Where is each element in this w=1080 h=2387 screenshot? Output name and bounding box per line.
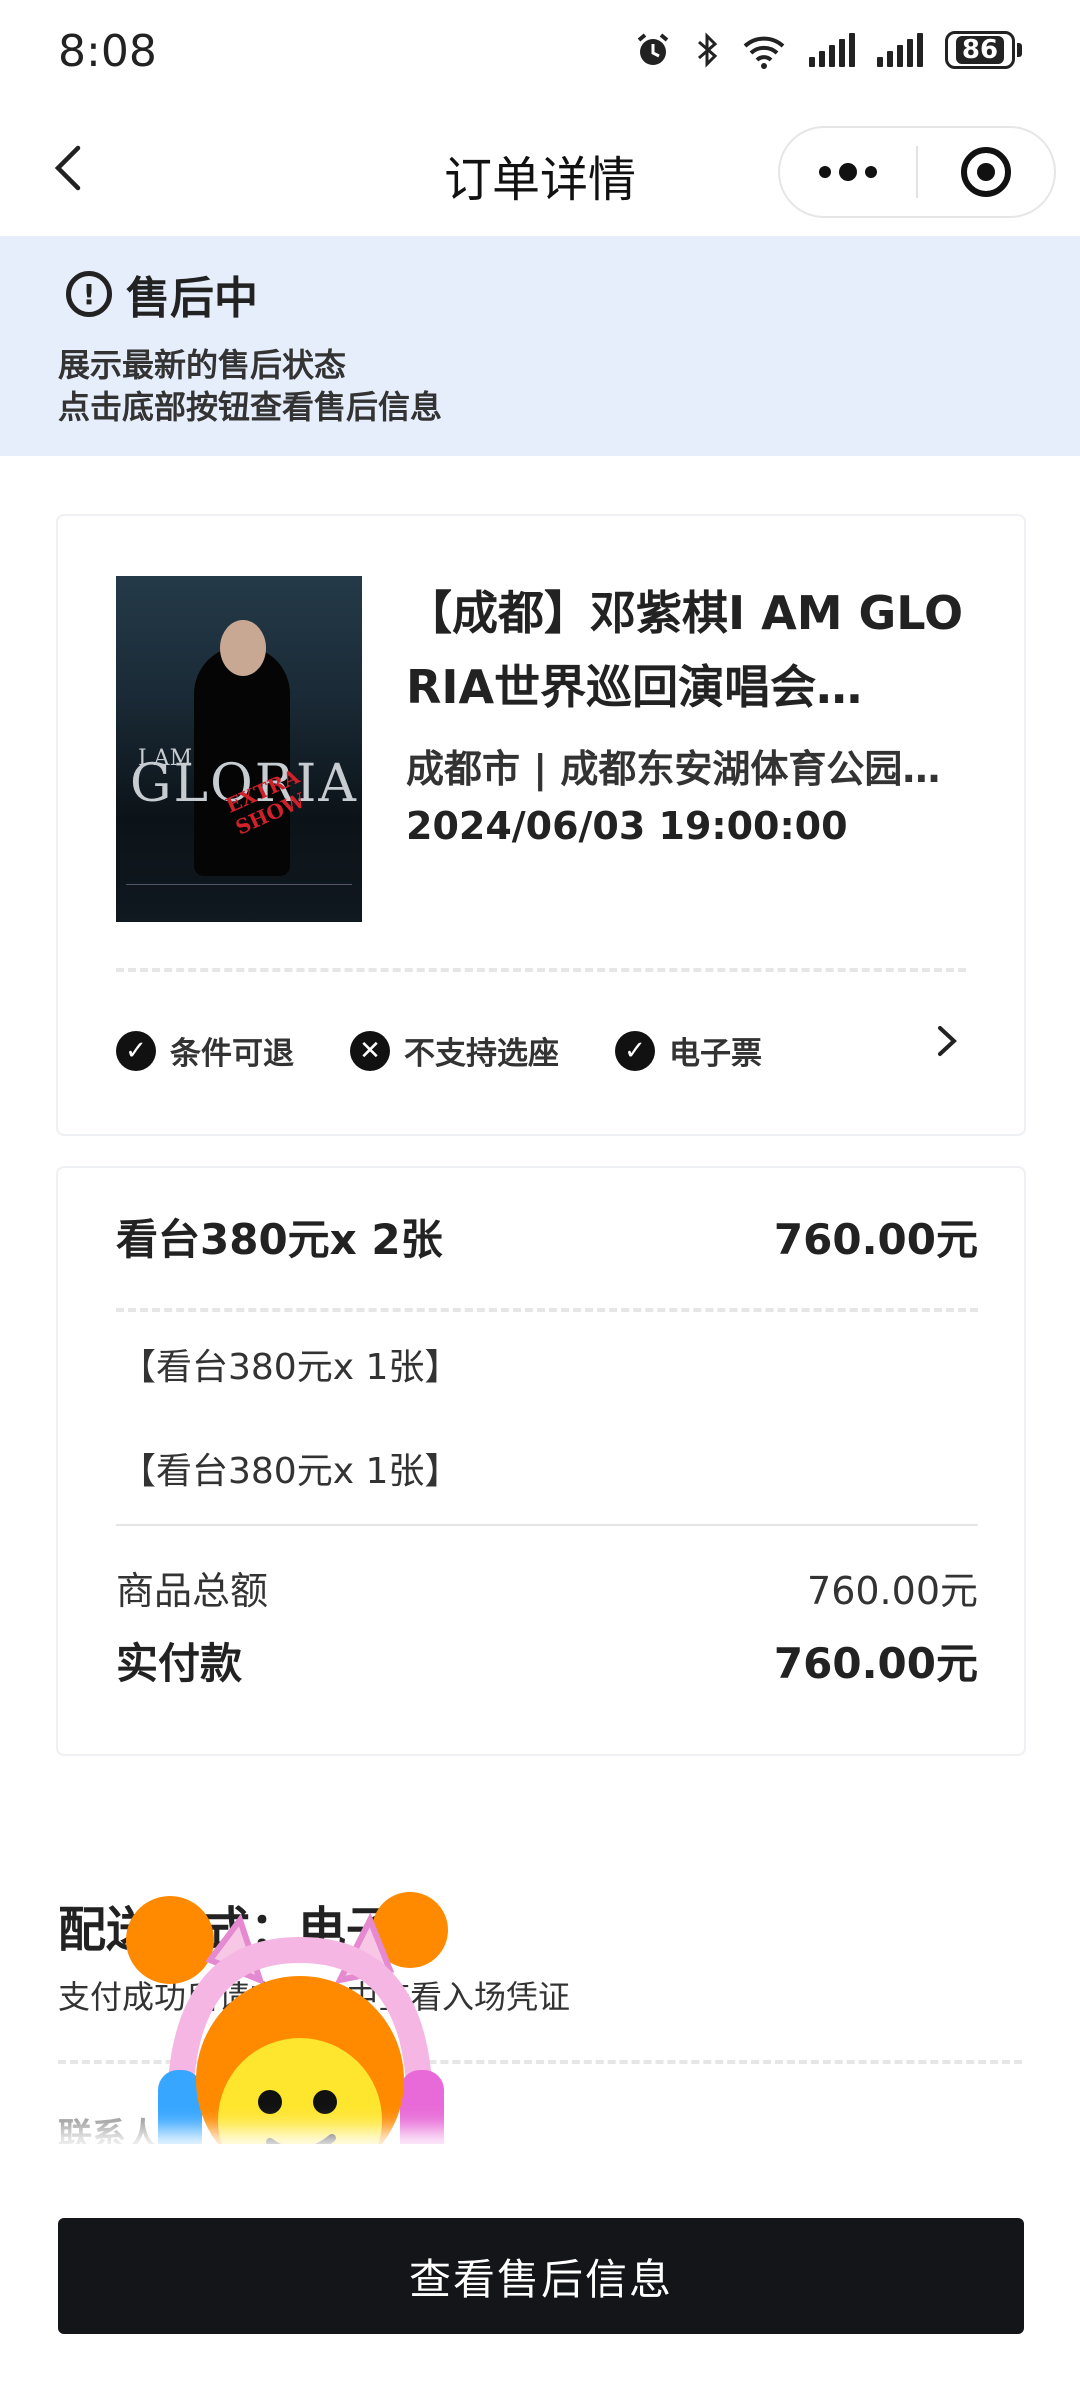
dashed-divider [116, 968, 966, 972]
dashed-divider [116, 1308, 978, 1312]
alarm-icon [637, 33, 669, 65]
show-poster-image: I AM GLORIA EXTRA SHOW [116, 576, 362, 922]
view-after-sales-button[interactable]: 查看售后信息 [58, 2218, 1024, 2334]
battery-icon: 86 [945, 31, 1022, 69]
order-summary-amount: 760.00元 [773, 1214, 978, 1264]
status-text: 售后中 [126, 273, 258, 324]
more-button[interactable] [780, 128, 916, 216]
status-line-1: 展示最新的售后状态 [58, 346, 347, 384]
bottom-bar: 查看售后信息 [0, 2144, 1080, 2387]
target-icon [961, 147, 1011, 197]
more-dots-icon [819, 163, 877, 181]
show-title: 【成都】邓紫棋I AM GLORIA世界巡回演唱会… [406, 586, 964, 714]
tag-no-seat-selection: ✕ 不支持选座 [350, 1028, 559, 1073]
ticket-line: 【看台380元x 1张】 [120, 1451, 461, 1492]
check-icon: ✓ [116, 1030, 156, 1071]
signal-icon-2 [877, 33, 923, 67]
status-banner: ! 售后中 展示最新的售后状态 点击底部按钮查看售后信息 [0, 236, 1080, 456]
wifi-icon [743, 36, 785, 69]
status-time: 8:08 [58, 26, 157, 77]
show-card[interactable]: I AM GLORIA EXTRA SHOW 【成都】邓紫棋I AM GLORI… [58, 516, 1024, 1134]
goods-total-value: 760.00元 [807, 1568, 978, 1613]
paid-value: 760.00元 [773, 1638, 978, 1688]
show-datetime: 2024/06/03 19:00:00 [406, 804, 848, 848]
close-miniprogram-button[interactable] [918, 128, 1054, 216]
miniprogram-capsule [778, 126, 1056, 218]
exclamation-icon: ! [66, 271, 112, 317]
order-card: 看台380元x 2张 760.00元 【看台380元x 1张】 【看台380元x… [58, 1168, 1024, 1754]
check-icon: ✓ [615, 1030, 655, 1071]
chevron-right-icon[interactable] [926, 1016, 966, 1066]
bluetooth-icon [698, 32, 718, 68]
show-venue: 成都市 | 成都东安湖体育公园… [406, 747, 941, 791]
goods-total-row: 商品总额 760.00元 [116, 1560, 978, 1614]
tag-refundable: ✓ 条件可退 [116, 1028, 294, 1073]
status-line-2: 点击底部按钮查看售后信息 [58, 388, 443, 426]
signal-icon [809, 33, 855, 67]
goods-total-label: 商品总额 [116, 1568, 269, 1613]
battery-level: 86 [955, 36, 1005, 64]
ticket-line: 【看台380元x 1张】 [120, 1347, 461, 1388]
paid-row: 实付款 760.00元 [116, 1628, 978, 1692]
tag-e-ticket: ✓ 电子票 [615, 1028, 762, 1073]
paid-label: 实付款 [116, 1638, 243, 1688]
order-summary-row: 看台380元x 2张 760.00元 [116, 1204, 978, 1268]
solid-divider [116, 1524, 978, 1526]
order-summary-label: 看台380元x 2张 [116, 1214, 443, 1264]
status-icons: 86 [633, 30, 1022, 70]
nav-bar: 订单详情 [0, 110, 1080, 236]
cross-icon: ✕ [350, 1030, 390, 1071]
status-bar: 8:08 86 [0, 0, 1080, 110]
service-tags: ✓ 条件可退 ✕ 不支持选座 ✓ 电子票 [116, 1028, 762, 1073]
status-title: ! 售后中 [66, 262, 258, 326]
